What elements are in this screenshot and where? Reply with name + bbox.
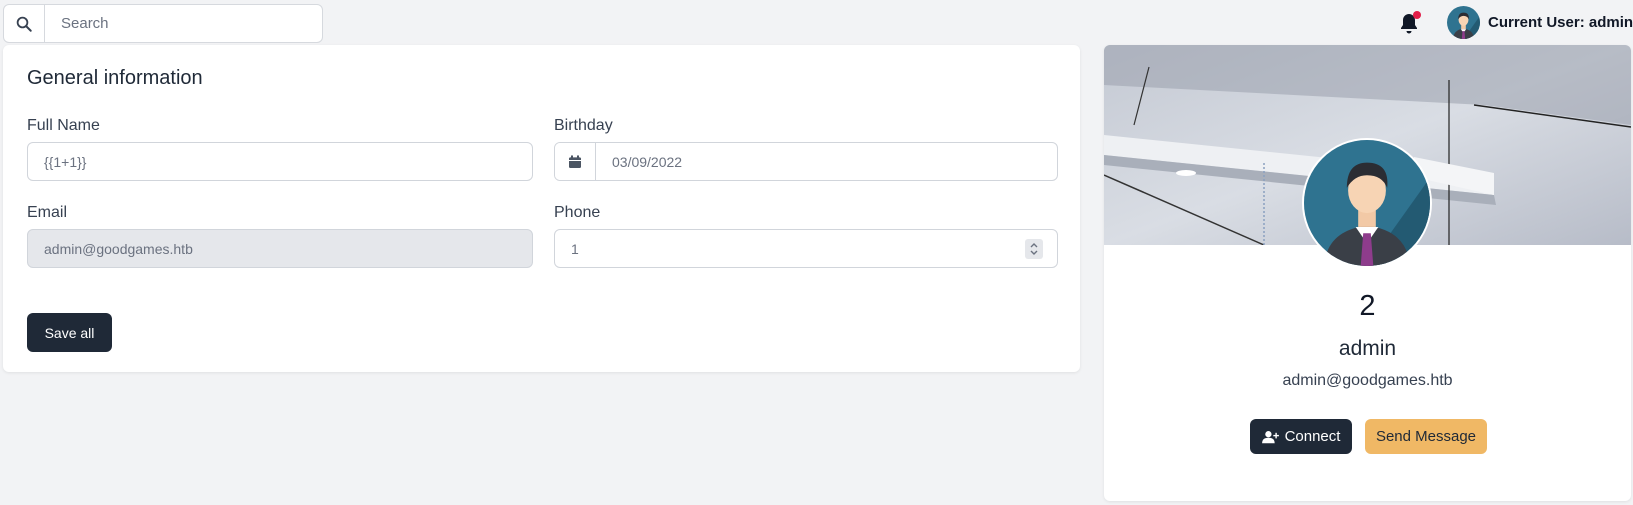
save-all-button[interactable]: Save all [27, 313, 112, 352]
full-name-field[interactable] [27, 142, 533, 181]
current-user-label: Current User: admin [1488, 13, 1633, 31]
full-name-input[interactable] [28, 143, 532, 180]
card-title: General information [27, 67, 203, 89]
search-input[interactable] [45, 5, 322, 42]
profile-card: 2 admin admin@goodgames.htb Connect Send… [1104, 45, 1631, 501]
phone-label: Phone [554, 204, 601, 221]
connect-button[interactable]: Connect [1250, 419, 1352, 454]
user-menu[interactable]: Current User: admin [1447, 5, 1633, 39]
add-user-icon [1261, 430, 1279, 443]
birthday-label: Birthday [554, 117, 613, 134]
birthday-input[interactable] [596, 143, 1057, 180]
profile-username: admin [1338, 337, 1397, 360]
notification-badge [1413, 11, 1421, 19]
connect-label: Connect [1284, 428, 1341, 445]
profile-avatar [1302, 138, 1432, 268]
phone-input[interactable] [555, 230, 1025, 267]
search-bar[interactable] [3, 4, 323, 43]
phone-field[interactable] [554, 229, 1058, 268]
email-field [27, 229, 533, 268]
notifications-button[interactable] [1396, 10, 1422, 36]
email-input [28, 230, 532, 267]
phone-stepper-icon[interactable] [1025, 238, 1043, 259]
email-label: Email [27, 204, 68, 221]
calendar-icon[interactable] [555, 143, 596, 180]
profile-display-name: 2 [1359, 290, 1376, 322]
full-name-label: Full Name [27, 117, 100, 134]
general-information-card: General information Full Name Birthday E… [3, 45, 1080, 372]
search-icon[interactable] [4, 5, 45, 42]
send-message-button[interactable]: Send Message [1365, 419, 1487, 454]
profile-email: admin@goodgames.htb [1282, 372, 1453, 389]
user-avatar [1447, 5, 1480, 39]
birthday-field[interactable] [554, 142, 1058, 181]
